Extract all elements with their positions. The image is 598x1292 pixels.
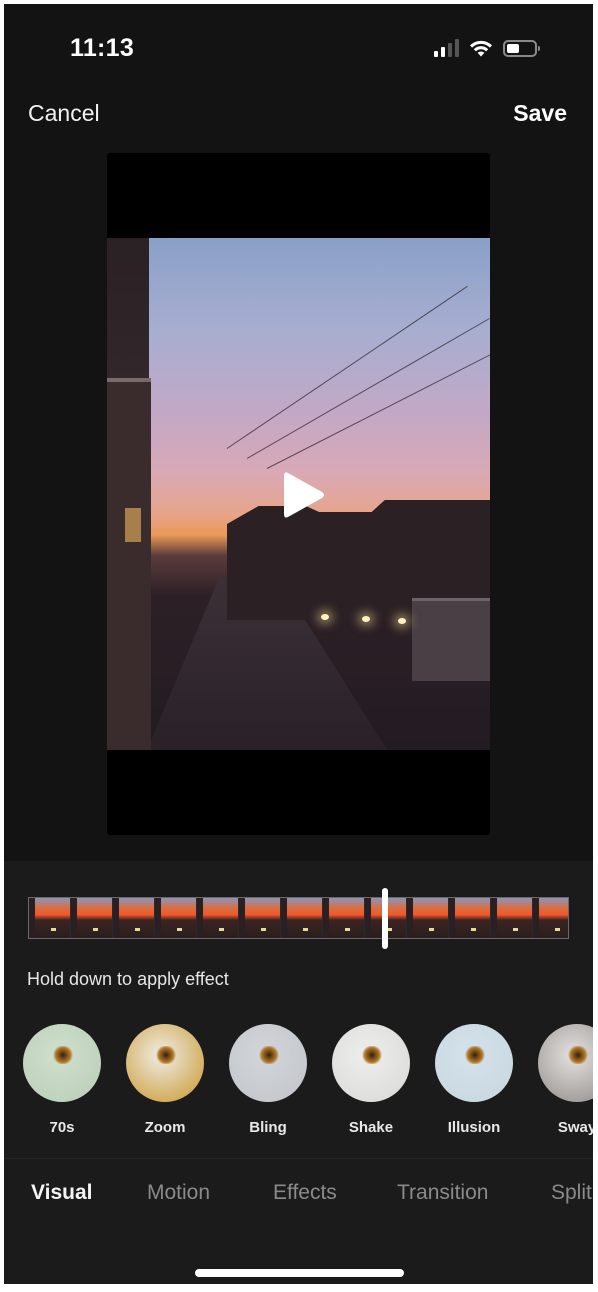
video-editor-screen: 11:13 Cancel Save Hold down to apply eff… <box>4 4 593 1284</box>
effect-thumbnail <box>332 1024 410 1102</box>
timeline-thumbnail <box>155 898 197 938</box>
effect-preview-subject <box>259 1046 279 1064</box>
tab-effects[interactable]: Effects <box>273 1181 337 1205</box>
divider <box>4 1158 593 1159</box>
photo-building-lower <box>107 378 151 750</box>
play-icon[interactable] <box>282 470 326 520</box>
timeline-thumbnail <box>449 898 491 938</box>
effects-panel: Hold down to apply effect 70s Zoom Bling Sh… <box>4 861 593 1284</box>
photo-wire <box>246 318 490 459</box>
timeline-thumbnail <box>407 898 449 938</box>
effects-list: 70s Zoom Bling Shake Illusion Sway <box>4 1024 593 1149</box>
status-time: 11:13 <box>70 34 135 62</box>
cellular-signal-icon <box>434 39 459 57</box>
timeline-thumbnail <box>113 898 155 938</box>
timeline-thumbnail <box>239 898 281 938</box>
effect-item-zoom[interactable]: Zoom <box>115 1024 215 1136</box>
signal-bar <box>441 47 445 57</box>
timeline-thumbnail <box>71 898 113 938</box>
timeline-playhead[interactable] <box>382 888 389 949</box>
tab-visual[interactable]: Visual <box>31 1181 92 1205</box>
timeline-thumbnail <box>533 898 568 938</box>
timeline-thumbnail <box>323 898 365 938</box>
photo-window <box>125 508 141 542</box>
effect-item-shake[interactable]: Shake <box>321 1024 421 1136</box>
tab-split[interactable]: Split <box>551 1181 592 1205</box>
effect-preview-subject <box>156 1046 176 1064</box>
battery-icon <box>503 39 540 57</box>
wifi-icon <box>470 40 492 57</box>
effect-thumbnail <box>538 1024 593 1102</box>
photo-light <box>321 614 329 620</box>
home-indicator[interactable] <box>195 1269 404 1277</box>
photo-wire <box>266 350 490 469</box>
timeline-strip[interactable] <box>28 897 569 939</box>
effect-preview-subject <box>53 1046 73 1064</box>
effect-label: 70s <box>49 1119 75 1136</box>
effect-item-70s[interactable]: 70s <box>12 1024 112 1136</box>
effect-label: Zoom <box>144 1119 186 1136</box>
timeline-thumbnail <box>29 898 71 938</box>
effect-label: Shake <box>348 1119 394 1136</box>
effect-preview-subject <box>568 1046 588 1064</box>
tab-transition[interactable]: Transition <box>397 1181 488 1205</box>
timeline-thumbnail <box>281 898 323 938</box>
photo-light <box>362 616 370 622</box>
signal-bar <box>455 39 459 57</box>
photo-wire <box>226 285 468 449</box>
tab-motion[interactable]: Motion <box>147 1181 210 1205</box>
effect-item-illusion[interactable]: Illusion <box>424 1024 524 1136</box>
effect-label: Sway <box>557 1119 593 1136</box>
save-button[interactable]: Save <box>513 100 567 127</box>
effect-label: Bling <box>249 1119 287 1136</box>
effect-label: Illusion <box>447 1119 501 1136</box>
effect-preview-subject <box>362 1046 382 1064</box>
video-frame-image <box>107 238 490 750</box>
effect-thumbnail <box>23 1024 101 1102</box>
battery-level <box>507 43 519 53</box>
cancel-button[interactable]: Cancel <box>28 100 100 127</box>
photo-light <box>398 618 406 624</box>
effect-item-bling[interactable]: Bling <box>218 1024 318 1136</box>
effect-thumbnail <box>435 1024 513 1102</box>
video-preview[interactable] <box>107 153 490 835</box>
status-icons <box>434 37 540 59</box>
hint-text: Hold down to apply effect <box>27 969 229 989</box>
effect-item-sway[interactable]: Sway <box>527 1024 593 1136</box>
timeline-thumbnail <box>491 898 533 938</box>
effect-thumbnail <box>229 1024 307 1102</box>
effect-preview-subject <box>465 1046 485 1064</box>
signal-bar <box>448 43 452 57</box>
timeline-thumbnail <box>197 898 239 938</box>
signal-bar <box>434 51 438 57</box>
effect-thumbnail <box>126 1024 204 1102</box>
photo-garage <box>412 598 490 681</box>
category-tabs: Visual Motion Effects Transition Split <box>4 1181 593 1211</box>
